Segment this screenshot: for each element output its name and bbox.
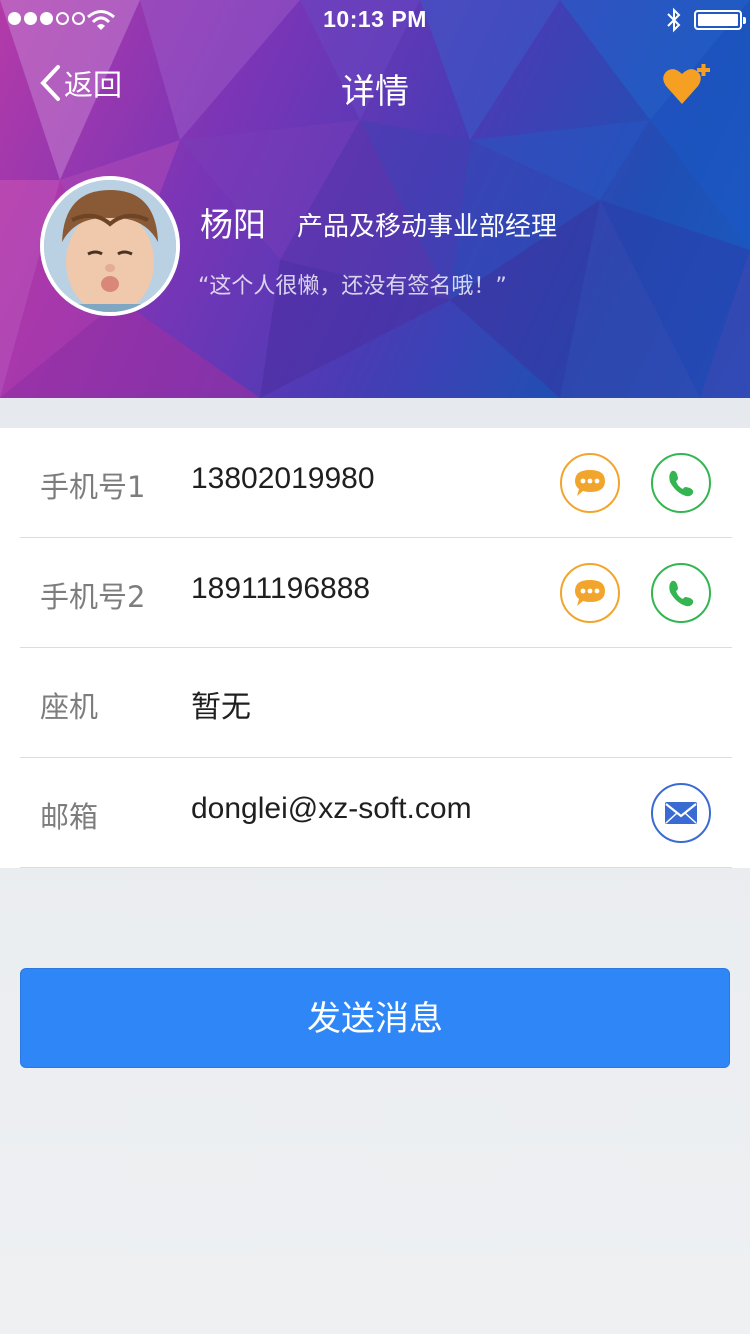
- status-time: 10:13 PM: [323, 6, 427, 32]
- profile-signature: “这个人很懒，还没有签名哦！”: [198, 274, 507, 299]
- chat-bubble-icon: [575, 580, 605, 606]
- profile-name: 杨阳: [200, 205, 266, 244]
- bluetooth-icon: [667, 7, 681, 33]
- call-button[interactable]: [651, 563, 711, 623]
- contact-label: 座机: [40, 690, 99, 724]
- email-button[interactable]: [651, 783, 711, 843]
- contact-value[interactable]: 18911196888: [191, 572, 370, 606]
- profile-summary: 杨阳 产品及移动事业部经理 “这个人很懒，还没有签名哦！”: [40, 176, 740, 316]
- contact-value: 暂无: [191, 690, 251, 725]
- contact-label: 邮箱: [40, 800, 99, 834]
- contact-label: 手机号1: [40, 470, 146, 504]
- status-bar: 10:13 PM: [0, 0, 750, 40]
- send-message-button[interactable]: 发送消息: [20, 968, 730, 1068]
- contact-list: 手机号1 13802019980 手机号2 18911196888 座机 暂无 …: [0, 428, 750, 868]
- battery-icon: [694, 10, 746, 30]
- avatar-photo: [44, 180, 176, 312]
- message-button[interactable]: [560, 563, 620, 623]
- phone-icon: [669, 470, 694, 497]
- page-title: 详情: [341, 72, 409, 112]
- contact-value[interactable]: donglei@xz-soft.com: [191, 792, 472, 826]
- envelope-icon: [665, 802, 697, 824]
- contact-label: 手机号2: [40, 580, 146, 614]
- contact-row-mobile-2: 手机号2 18911196888: [20, 538, 732, 648]
- profile-role: 产品及移动事业部经理: [297, 212, 558, 242]
- heart-plus-icon: [663, 64, 710, 104]
- contact-row-landline: 座机 暂无: [20, 648, 732, 758]
- navigation-bar: 返回 详情: [0, 50, 750, 120]
- chat-bubble-icon: [575, 470, 605, 496]
- favorite-button[interactable]: [662, 64, 712, 112]
- avatar[interactable]: [40, 176, 180, 316]
- message-button[interactable]: [560, 453, 620, 513]
- contact-value[interactable]: 13802019980: [191, 462, 375, 496]
- contact-row-email: 邮箱 donglei@xz-soft.com: [20, 758, 732, 868]
- profile-header: 10:13 PM 返回 详情 杨阳 产品及移动事业部经理 “这个人很懒，还没有签…: [0, 0, 750, 398]
- contact-row-mobile-1: 手机号1 13802019980: [20, 428, 732, 538]
- phone-icon: [669, 580, 694, 607]
- call-button[interactable]: [651, 453, 711, 513]
